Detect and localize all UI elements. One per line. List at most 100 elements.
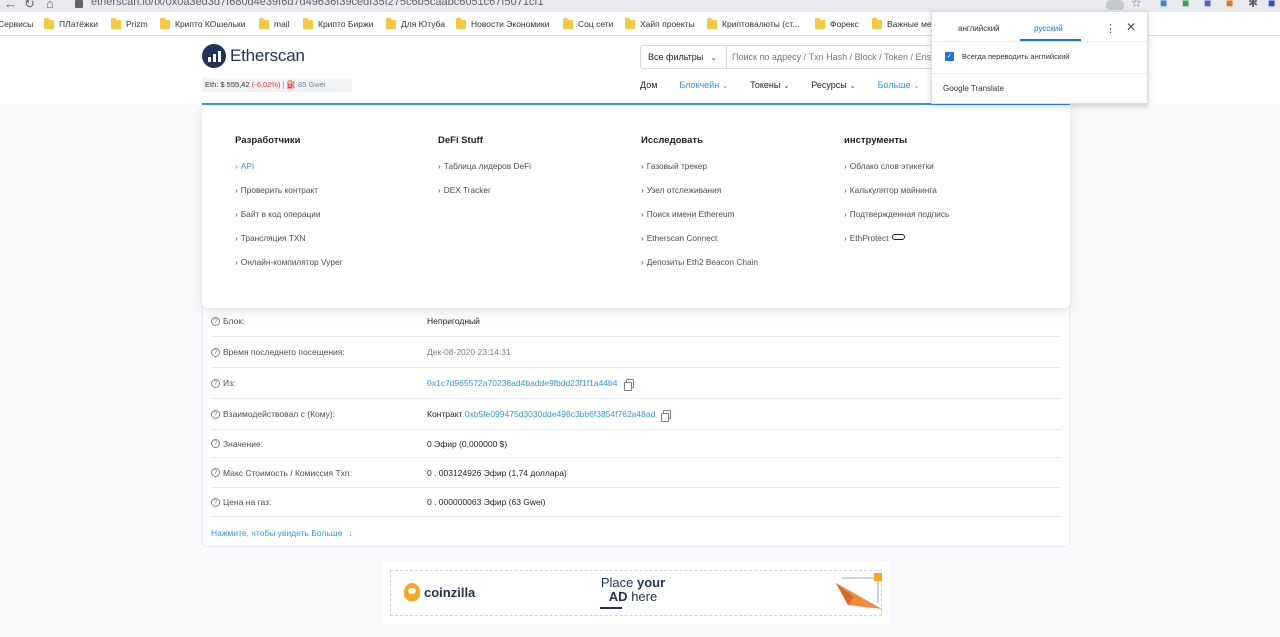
bookmark-folder[interactable]: Криптовалюты (ст...: [707, 17, 799, 31]
paper-plane-icon: [836, 573, 882, 609]
help-icon[interactable]: ?: [211, 316, 220, 326]
menu-item[interactable]: › Поиск имени Ethereum: [641, 209, 758, 233]
detail-label: ? Из:: [211, 378, 235, 388]
help-icon[interactable]: ?: [211, 347, 220, 357]
menu-item[interactable]: › EthProtect: [844, 233, 949, 257]
bookmark-folder[interactable]: Крипто КОшельки: [160, 17, 246, 31]
copy-icon[interactable]: [661, 409, 672, 422]
detail-label: ? Макс Стоимость / Комиссия Txn:: [211, 468, 352, 478]
bookmark-services[interactable]: Сервисы: [0, 17, 33, 31]
extension-icon[interactable]: ■: [1204, 0, 1211, 10]
menu-item[interactable]: › Депозиты Eth2 Beacon Chain: [641, 257, 758, 281]
folder-icon: [303, 17, 313, 29]
tab-source-language[interactable]: английский: [958, 24, 1000, 33]
nav-resources[interactable]: Ресурсы ⌄: [811, 80, 855, 94]
arrow-down-icon: ↓: [348, 529, 353, 538]
extension-icon[interactable]: ■: [1268, 0, 1275, 10]
nav-more[interactable]: Больше ⌄: [878, 80, 920, 94]
bookmark-folder[interactable]: Форекс: [815, 17, 859, 31]
menu-item[interactable]: › Калькулятор майнинга: [844, 185, 949, 209]
bookmark-folder[interactable]: Хайп проекты: [625, 17, 695, 31]
bookmark-folder[interactable]: Для Ютуба: [386, 17, 445, 31]
translate-icon[interactable]: [1106, 0, 1124, 10]
see-more-link[interactable]: Нажмите, чтобы увидеть Больше ↓: [211, 528, 352, 538]
more-dropdown-menu: Разработчики › API › Проверить контракт › Б…: [202, 105, 1070, 308]
folder-icon: [815, 17, 825, 29]
chevron-down-icon: ⌄: [710, 52, 717, 62]
extension-icon[interactable]: ■: [1160, 0, 1167, 10]
menu-item[interactable]: › Онлайн-компилятор Vyper: [235, 257, 342, 281]
from-address-link[interactable]: 0x1c7d965572a70238ad4badde9fbdd23f1f1a44…: [427, 378, 618, 388]
menu-item[interactable]: › API: [235, 161, 342, 185]
always-translate-checkbox[interactable]: ✓: [945, 52, 954, 61]
menu-item[interactable]: › Узел отслеживания: [641, 185, 758, 209]
contract-address-link[interactable]: 0xb5fe099475d3030dde498c3bb6f3854f762a48…: [465, 409, 656, 419]
detail-row: ? Значение: 0 Эфир (0,000000 $): [211, 430, 1061, 458]
coinzilla-logo: coinzilla: [404, 583, 475, 601]
menu-column-title: DeFi Stuff: [438, 135, 483, 146]
more-options-icon[interactable]: ⋮: [1105, 22, 1116, 35]
detail-value: 0 Эфир (0,000000 $): [427, 438, 508, 449]
reload-icon[interactable]: ↻: [24, 0, 35, 12]
tab-target-language[interactable]: русский: [1034, 24, 1063, 33]
bookmark-label: Соц сети: [578, 19, 614, 29]
help-icon[interactable]: ?: [211, 378, 220, 388]
nav-home[interactable]: Дом: [640, 80, 657, 94]
ad-banner[interactable]: coinzilla Place your AD here: [382, 562, 890, 624]
main-nav: Дом Блокчейн ⌄ Токены ⌄ Ресурсы ⌄ Больше ⌄: [640, 80, 941, 94]
folder-icon: [44, 17, 54, 29]
extension-icon[interactable]: ■: [1182, 0, 1189, 10]
help-icon[interactable]: ?: [211, 468, 220, 477]
bookmark-label: Prizm: [126, 19, 148, 29]
detail-row: ? Взаимодействовал с (Кому): Контракт 0xb…: [211, 399, 1061, 430]
metamask-icon[interactable]: ■: [1226, 0, 1233, 10]
menu-item[interactable]: › DEX Tracker: [438, 185, 531, 209]
help-icon[interactable]: ?: [211, 497, 220, 507]
folder-icon: [563, 17, 573, 29]
bookmark-folder[interactable]: ПЛатёжки: [44, 17, 98, 31]
always-translate-label: Всегда переводить английский: [962, 52, 1070, 61]
menu-item[interactable]: › Газовый трекер: [641, 161, 758, 185]
menu-item[interactable]: › Подтвержденная подпись: [844, 209, 949, 233]
home-icon[interactable]: ⌂: [46, 0, 54, 11]
bookmark-folder[interactable]: mail: [259, 17, 290, 31]
nav-tokens[interactable]: Токены ⌄: [750, 80, 789, 94]
bookmark-folder[interactable]: Prizm: [111, 17, 148, 31]
bookmark-folder[interactable]: Крипто Биржи: [303, 17, 373, 31]
folder-icon: [111, 17, 121, 29]
bookmark-folder[interactable]: Соц сети: [563, 17, 613, 31]
search-input[interactable]: [727, 45, 937, 69]
copy-icon[interactable]: [623, 378, 634, 391]
nav-blockchain[interactable]: Блокчейн ⌄: [679, 80, 728, 94]
menu-item[interactable]: › Облако слов этикетки: [844, 161, 949, 185]
menu-item[interactable]: › Таблица лидеров DeFi: [438, 161, 531, 185]
menu-item[interactable]: › Etherscan Connect: [641, 233, 758, 257]
menu-column-defi: DeFi Stuff › Таблица лидеров DeFi › DEX Tr…: [438, 135, 531, 209]
bookmark-folder[interactable]: Важные ме: [872, 17, 932, 31]
ad-headline: Place your AD here: [600, 575, 666, 604]
help-icon[interactable]: ?: [211, 439, 220, 448]
nav-label: Ресурсы: [811, 80, 847, 90]
bookmark-label: Форекс: [830, 19, 859, 29]
bookmark-folder[interactable]: Новости Экономики: [456, 17, 549, 31]
help-icon[interactable]: ?: [211, 409, 220, 419]
bookmark-label: Крипто КОшельки: [175, 19, 246, 29]
folder-icon: [707, 17, 717, 29]
address-bar[interactable]: etherscan.io/tx/0x0a3ed3d7f680d4e39f6d7d…: [91, 0, 544, 8]
menu-column-developers: Разработчики › API › Проверить контракт › Б…: [235, 135, 342, 281]
puzzle-icon[interactable]: ✱: [1248, 0, 1258, 10]
nav-label: Больше: [877, 80, 911, 90]
close-icon[interactable]: ✕: [1126, 20, 1136, 34]
bookmark-label: Сервисы: [0, 19, 34, 29]
bookmark-label: Криптовалюты (ст...: [722, 19, 800, 29]
star-icon[interactable]: ☆: [1131, 0, 1142, 10]
menu-item[interactable]: › Проверить контракт: [235, 185, 342, 209]
filter-dropdown[interactable]: Все фильтры ⌄: [640, 45, 727, 69]
etherscan-logo[interactable]: Etherscan: [202, 44, 305, 68]
folder-icon: [160, 17, 170, 29]
back-icon[interactable]: ←: [4, 0, 17, 11]
menu-item[interactable]: › Байт в код операции: [235, 209, 342, 233]
divider: [932, 73, 1147, 74]
nav-label: Токены: [750, 80, 781, 90]
menu-item[interactable]: › Трансляция TXN: [235, 233, 342, 257]
